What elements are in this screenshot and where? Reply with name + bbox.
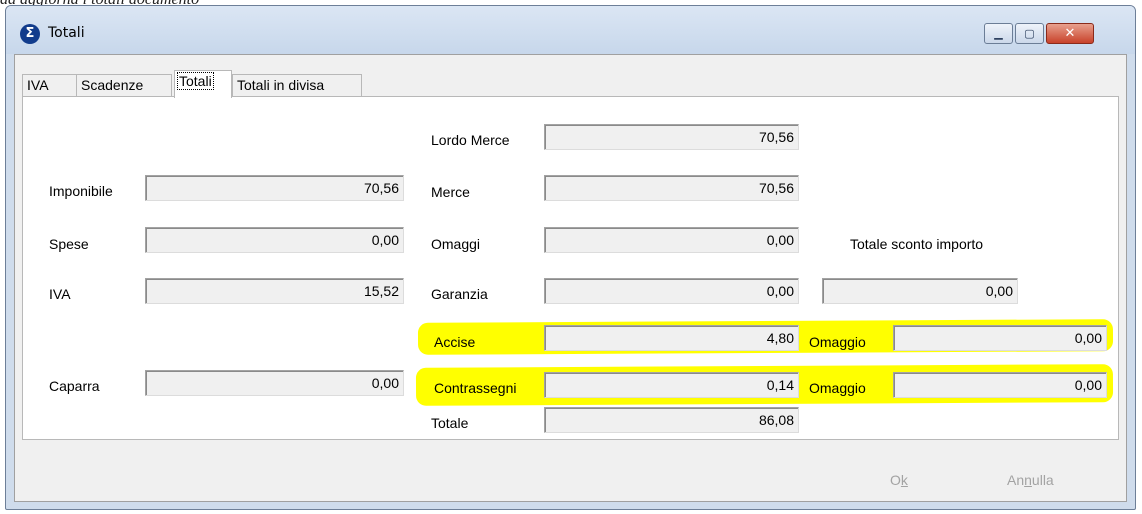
tab-totali-label: Totali <box>177 72 214 90</box>
tab-scadenze-label: Scadenze <box>81 77 144 93</box>
lordo-merce-label: Lordo Merce <box>431 132 510 148</box>
totale-sconto-importo-field[interactable]: 0,00 <box>822 278 1018 304</box>
maximize-icon: ▢ <box>1024 27 1035 40</box>
omaggio-contrassegni-field[interactable]: 0,00 <box>893 372 1107 398</box>
iva-field[interactable]: 15,52 <box>145 278 404 304</box>
close-button[interactable]: ✕ <box>1046 23 1094 44</box>
tab-iva[interactable]: IVA <box>22 74 77 97</box>
omaggio-accise-label: Omaggio <box>809 334 866 350</box>
minimize-button[interactable]: ▁ <box>984 23 1013 44</box>
imponibile-field[interactable]: 70,56 <box>145 175 404 201</box>
tab-scadenze[interactable]: Scadenze <box>76 74 172 97</box>
totale-label: Totale <box>431 415 469 431</box>
garanzia-label: Garanzia <box>431 286 488 302</box>
omaggio-accise-field[interactable]: 0,00 <box>893 325 1107 351</box>
close-icon: ✕ <box>1064 26 1076 41</box>
tab-totali[interactable]: Totali <box>174 70 232 98</box>
minimize-icon: ▁ <box>994 27 1003 40</box>
sigma-icon: Σ <box>20 24 40 44</box>
totale-sconto-importo-label: Totale sconto importo <box>850 236 984 252</box>
tab-totali-in-divisa-label: Totali in divisa <box>237 77 325 93</box>
totale-field[interactable]: 86,08 <box>544 407 799 433</box>
window-title: Totali <box>48 25 85 41</box>
annulla-button-text-end: ulla <box>1031 472 1054 488</box>
maximize-button[interactable]: ▢ <box>1015 23 1044 44</box>
annulla-button-accelerator: n <box>1024 472 1032 488</box>
iva-label: IVA <box>49 286 71 302</box>
totali-panel: Imponibile 70,56 Spese 0,00 IVA 15,52 Ca… <box>22 96 1119 440</box>
caparra-field[interactable]: 0,00 <box>145 370 404 396</box>
title-bar[interactable]: Σ Totali ▁ ▢ ✕ <box>6 6 1135 54</box>
dialog-client-area: IVA Scadenze Totali Totali in divisa Imp… <box>14 54 1127 502</box>
merce-field[interactable]: 70,56 <box>544 175 799 201</box>
contrassegni-field[interactable]: 0,14 <box>544 372 799 398</box>
omaggi-label: Omaggi <box>431 236 481 252</box>
tab-totali-in-divisa[interactable]: Totali in divisa <box>232 74 362 97</box>
contrassegni-label: Contrassegni <box>434 380 517 396</box>
garanzia-field[interactable]: 0,00 <box>544 278 799 304</box>
lordo-merce-field[interactable]: 70,56 <box>544 124 799 150</box>
totali-window: Σ Totali ▁ ▢ ✕ IVA Scadenze Totali Total… <box>5 5 1136 510</box>
tab-iva-label: IVA <box>27 77 49 93</box>
accise-label: Accise <box>434 334 476 350</box>
ok-button[interactable]: Ok <box>890 472 908 488</box>
imponibile-label: Imponibile <box>49 183 113 199</box>
omaggio-contrassegni-label: Omaggio <box>809 380 866 396</box>
accise-field[interactable]: 4,80 <box>544 325 799 351</box>
annulla-button-text: An <box>1007 472 1025 488</box>
spese-label: Spese <box>49 236 89 252</box>
ok-button-accelerator: k <box>900 472 908 488</box>
annulla-button[interactable]: Annulla <box>1007 472 1054 488</box>
omaggi-field[interactable]: 0,00 <box>544 227 799 253</box>
caparra-label: Caparra <box>49 378 100 394</box>
spese-field[interactable]: 0,00 <box>145 227 404 253</box>
ok-button-text: O <box>890 472 901 488</box>
merce-label: Merce <box>431 184 470 200</box>
